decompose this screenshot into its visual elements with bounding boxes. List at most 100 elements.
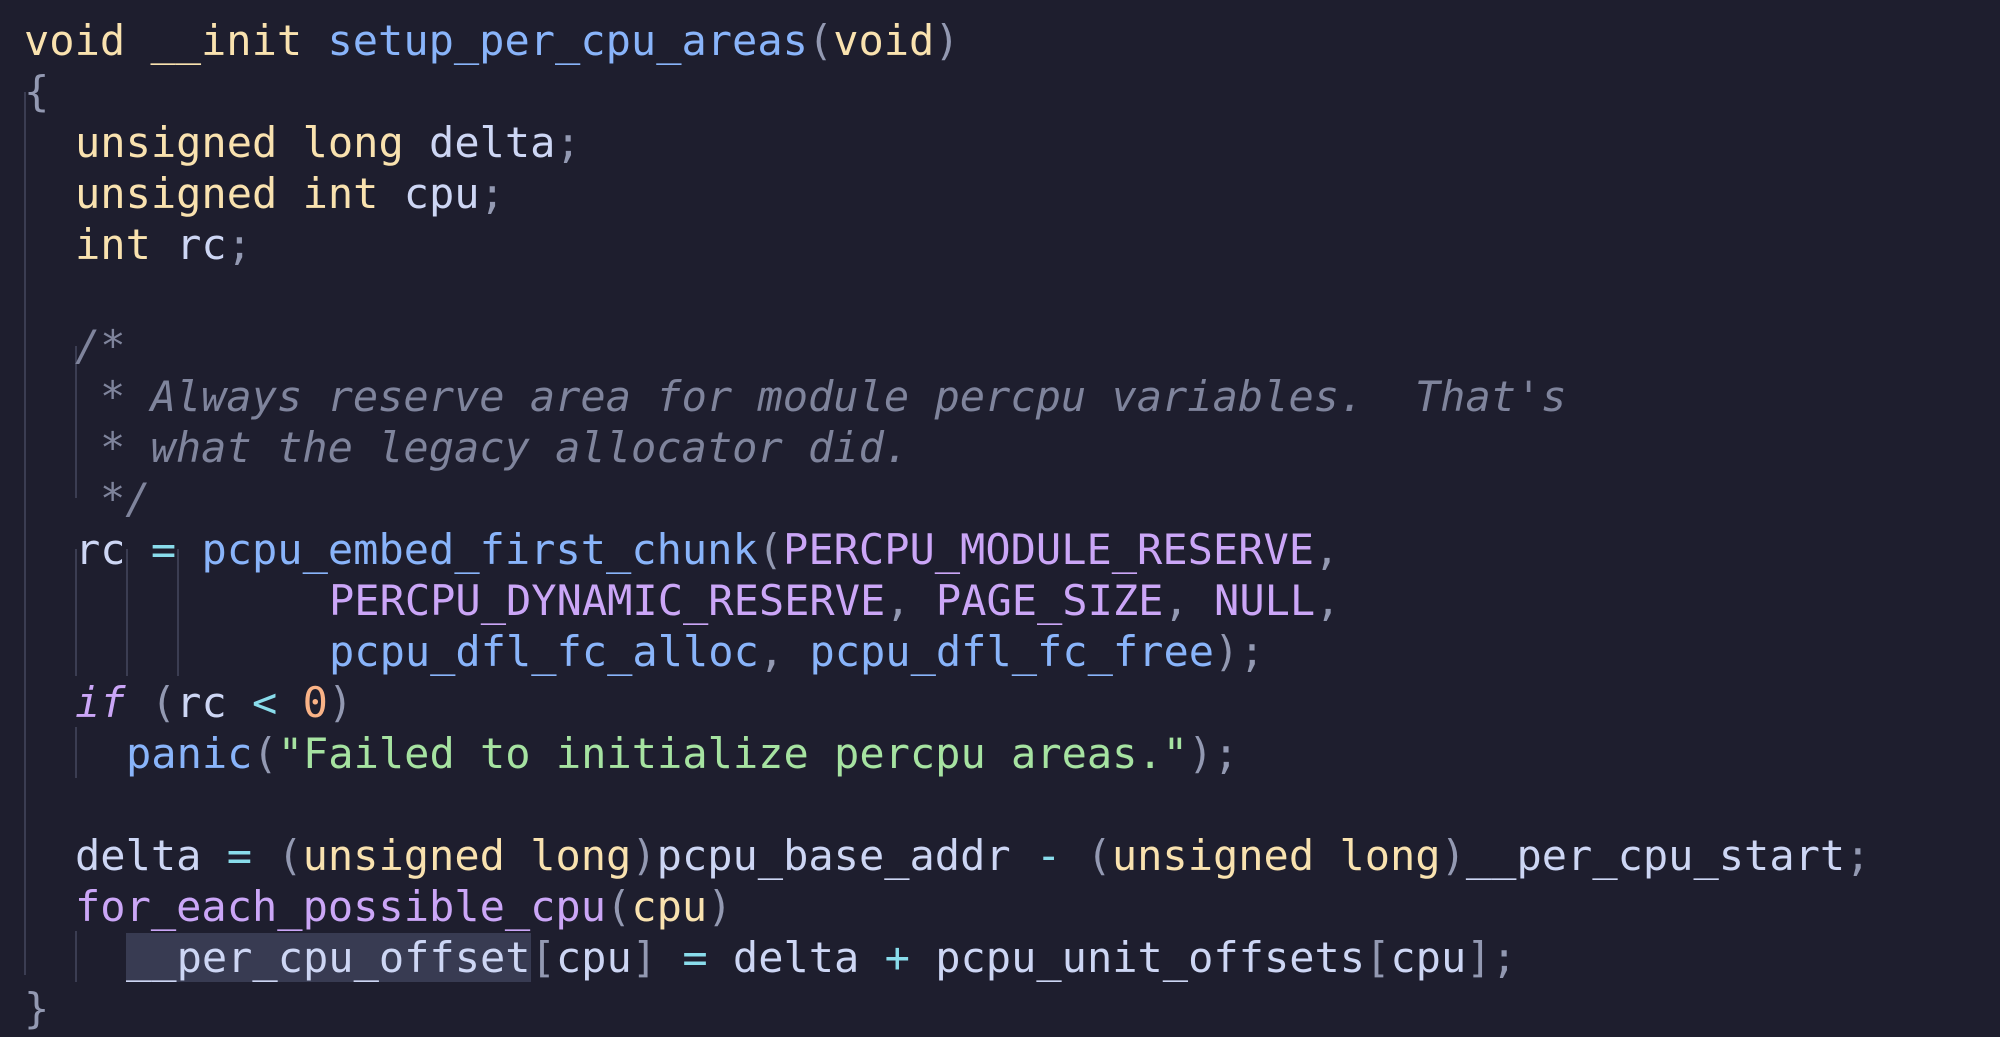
punctuation-token: ( <box>252 729 278 778</box>
comment-token: */ <box>100 474 151 523</box>
code-line[interactable]: /* <box>75 320 126 371</box>
keyword-token: long <box>1339 831 1441 880</box>
punctuation-token: , <box>758 627 810 676</box>
punctuation-token: , <box>885 576 936 625</box>
punctuation-token: ; <box>1845 831 1871 880</box>
keyword-token: __init <box>150 16 303 65</box>
identifier-token: rc <box>176 678 253 727</box>
keyword-token: unsigned <box>75 169 278 218</box>
operator-token: = <box>150 525 177 574</box>
highlighted-identifier-token: __per_cpu_offset <box>126 933 531 982</box>
punctuation-token: ) <box>934 16 960 65</box>
code-line[interactable]: */ <box>100 473 151 524</box>
identifier-token: pcpu_unit_offsets <box>909 933 1366 982</box>
keyword-token: int <box>75 220 151 269</box>
keyword-token: long <box>530 831 632 880</box>
macro-token: for_each_possible_cpu <box>75 882 607 931</box>
code-line[interactable]: void __init setup_per_cpu_areas(void) <box>24 15 960 66</box>
code-line[interactable]: rc = pcpu_embed_first_chunk(PERCPU_MODUL… <box>75 524 1339 575</box>
punctuation-token: ( <box>807 16 834 65</box>
code-line[interactable]: unsigned int cpu; <box>75 168 505 219</box>
code-line[interactable]: unsigned long delta; <box>75 117 581 168</box>
code-line[interactable]: if (rc < 0) <box>75 677 353 728</box>
comment-token: * Always reserve area for module percpu … <box>100 372 1567 421</box>
function-ref-token: pcpu_dfl_fc_free <box>809 627 1215 676</box>
code-line[interactable]: * what the legacy allocator did. <box>100 422 909 473</box>
identifier-token: cpu <box>555 933 632 982</box>
punctuation-token: ; <box>479 169 505 218</box>
code-line[interactable]: for_each_possible_cpu(cpu) <box>75 881 732 932</box>
punctuation-token: ( <box>1086 831 1112 880</box>
comment-token: * what the legacy allocator did. <box>100 423 910 472</box>
punctuation-token: ; <box>226 220 253 269</box>
brace-token: { <box>24 67 50 116</box>
code-line[interactable]: delta = (unsigned long)pcpu_base_addr - … <box>75 830 1870 881</box>
indent-guide <box>24 92 26 975</box>
identifier-token: __per_cpu_start <box>1465 831 1846 880</box>
code-line[interactable]: panic("Failed to initialize percpu areas… <box>126 728 1239 779</box>
operator-token: = <box>682 933 708 982</box>
code-line[interactable]: } <box>24 983 49 1034</box>
code-editor[interactable]: void __init setup_per_cpu_areas(void) { … <box>0 0 2000 1037</box>
indent-guide <box>75 931 77 982</box>
function-call-token: pcpu_embed_first_chunk <box>201 525 758 574</box>
punctuation-token: ) <box>631 831 657 880</box>
indent-guide <box>75 727 77 778</box>
code-line[interactable]: { <box>24 66 49 117</box>
punctuation-token: ) <box>327 678 354 727</box>
identifier-token: rc <box>75 525 151 574</box>
punctuation-token: ) <box>707 882 733 931</box>
keyword-token: void <box>24 16 126 65</box>
punctuation-token: ] <box>631 933 658 982</box>
identifier-token: cpu <box>1390 933 1467 982</box>
punctuation-token: [ <box>1365 933 1391 982</box>
punctuation-token: ( <box>606 882 632 931</box>
operator-token: + <box>884 933 910 982</box>
code-line[interactable]: PERCPU_DYNAMIC_RESERVE, PAGE_SIZE, NULL, <box>329 575 1340 626</box>
punctuation-token: ( <box>277 831 303 880</box>
operator-token: - <box>1035 831 1062 880</box>
keyword-token: unsigned <box>302 831 505 880</box>
control-keyword-token: if <box>75 678 126 727</box>
punctuation-token: , <box>1315 576 1341 625</box>
punctuation-token: , <box>1163 576 1215 625</box>
identifier-token: rc <box>150 220 227 269</box>
punctuation-token: , <box>1314 525 1340 574</box>
punctuation-token: [ <box>530 933 556 982</box>
keyword-token: unsigned <box>75 118 278 167</box>
function-call-token: panic <box>126 729 253 778</box>
brace-token: } <box>24 984 50 1033</box>
punctuation-token: ); <box>1214 627 1265 676</box>
keyword-token: int <box>302 169 379 218</box>
function-ref-token: pcpu_dfl_fc_alloc <box>329 627 759 676</box>
punctuation-token: ]; <box>1466 933 1517 982</box>
macro-token: PAGE_SIZE <box>935 576 1164 625</box>
punctuation-token: ) <box>1440 831 1466 880</box>
code-line[interactable]: pcpu_dfl_fc_alloc, pcpu_dfl_fc_free); <box>329 626 1265 677</box>
macro-token: PERCPU_MODULE_RESERVE <box>783 525 1315 574</box>
code-line[interactable]: int rc; <box>75 219 252 270</box>
code-line[interactable]: * Always reserve area for module percpu … <box>100 371 1567 422</box>
punctuation-token: ( <box>150 678 177 727</box>
macro-token: NULL <box>1214 576 1316 625</box>
number-token: 0 <box>302 678 328 727</box>
keyword-token: void <box>833 16 935 65</box>
identifier-token: pcpu_base_addr <box>656 831 1036 880</box>
identifier-token: cpu <box>631 882 708 931</box>
operator-token: = <box>226 831 253 880</box>
code-line[interactable]: __per_cpu_offset[cpu] = delta + pcpu_uni… <box>126 932 1517 983</box>
comment-token: /* <box>75 321 126 370</box>
identifier-token: delta <box>707 933 885 982</box>
keyword-token: long <box>302 118 404 167</box>
punctuation-token: ; <box>555 118 581 167</box>
function-name-token: setup_per_cpu_areas <box>327 16 808 65</box>
string-token: "Failed to initialize percpu areas." <box>277 729 1189 778</box>
